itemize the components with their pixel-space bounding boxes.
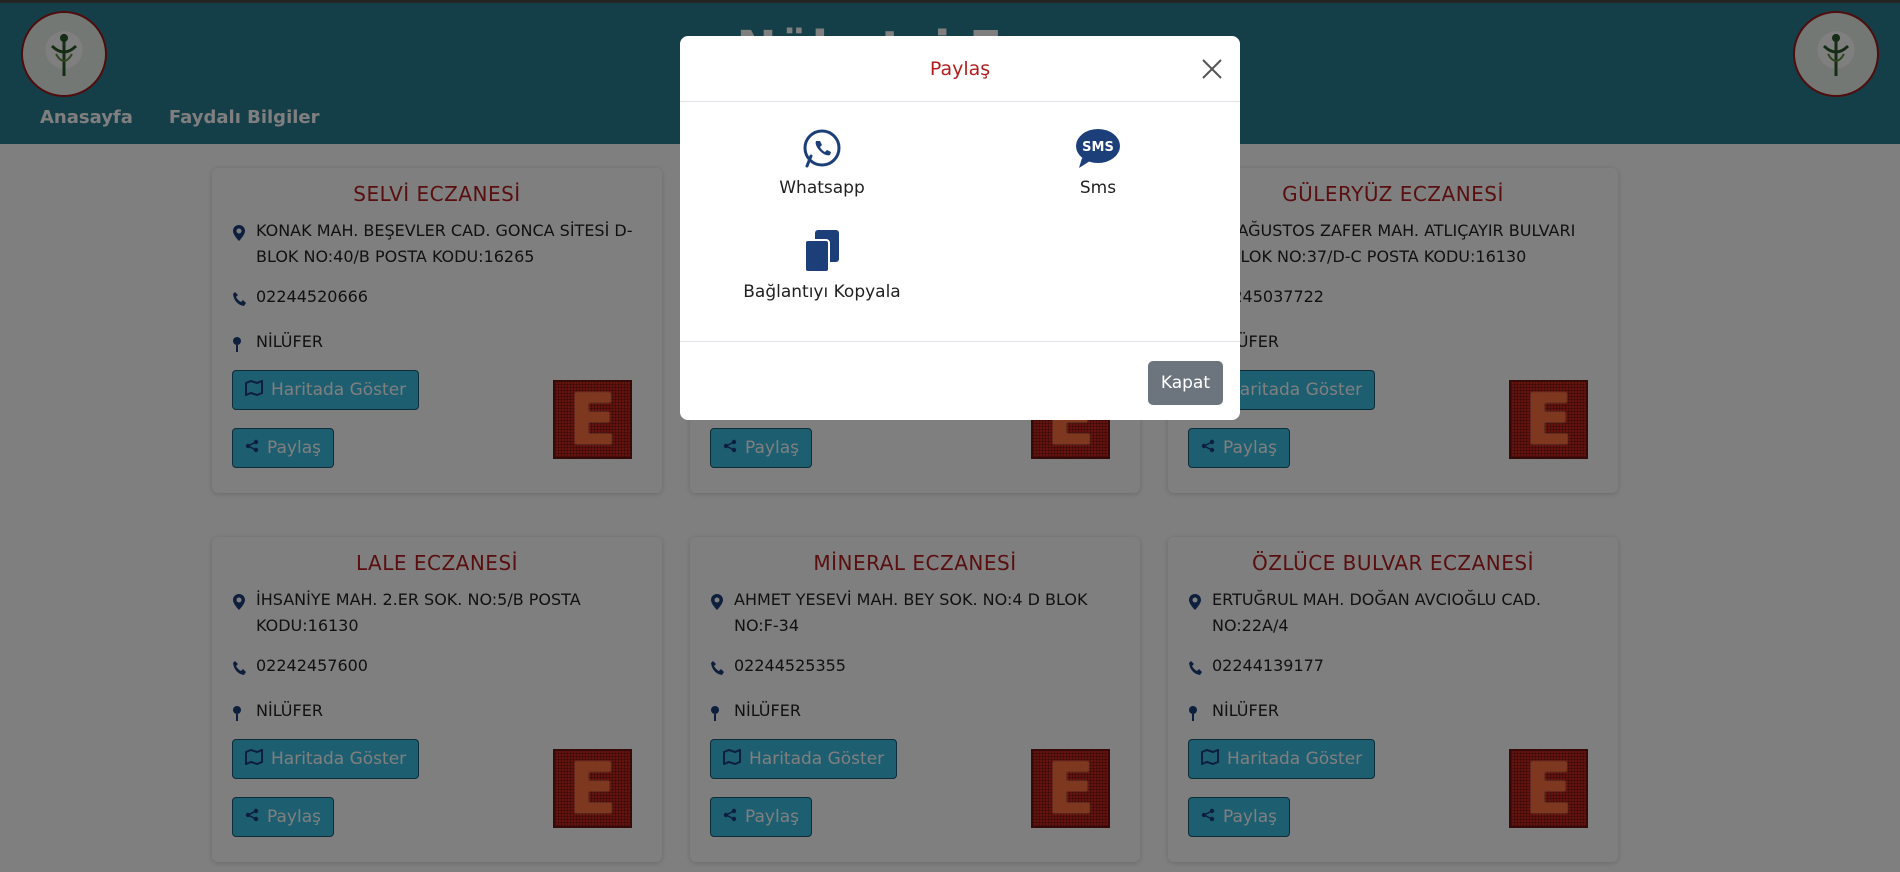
share-sms-option[interactable]: SMS Sms — [998, 128, 1198, 198]
copy-icon — [801, 230, 843, 278]
modal-header: Paylaş — [680, 36, 1240, 102]
modal-footer: Kapat — [680, 342, 1240, 419]
share-modal: Paylaş Whatsapp SMS Sms Bağlantıyı Kopya… — [680, 36, 1240, 420]
share-whatsapp-option[interactable]: Whatsapp — [722, 128, 922, 198]
close-icon[interactable] — [1198, 55, 1226, 83]
close-button[interactable]: Kapat — [1147, 361, 1223, 405]
svg-text:SMS: SMS — [1082, 140, 1114, 155]
sms-icon: SMS — [1074, 129, 1122, 174]
whatsapp-icon — [801, 129, 843, 174]
share-copy-link-option[interactable]: Bağlantıyı Kopyala — [722, 228, 922, 302]
modal-title: Paylaş — [929, 58, 991, 80]
modal-body: Whatsapp SMS Sms Bağlantıyı Kopyala — [680, 102, 1240, 342]
